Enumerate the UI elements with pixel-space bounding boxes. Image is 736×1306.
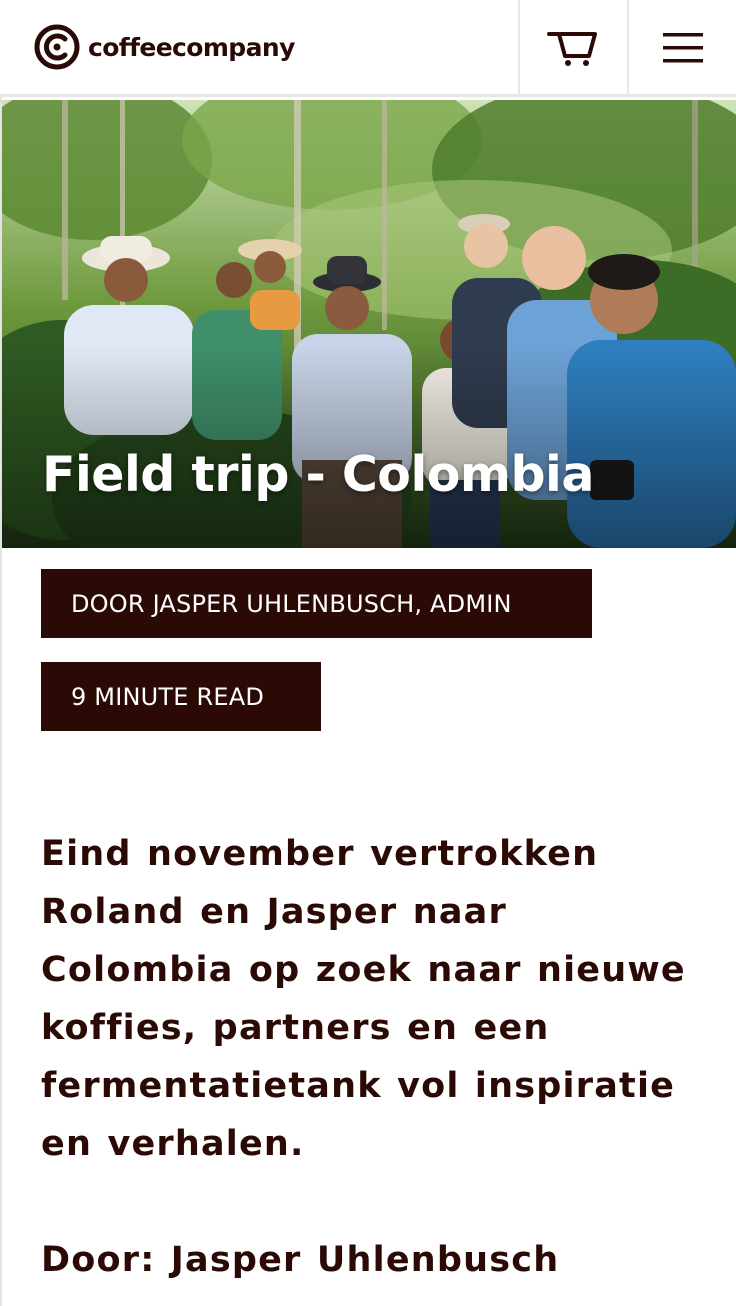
- logo-icon: [34, 24, 80, 70]
- shopping-cart-icon: [547, 31, 597, 66]
- header-divider: [627, 0, 629, 95]
- logo-link[interactable]: coffeecompany: [34, 22, 295, 72]
- menu-button[interactable]: [630, 0, 736, 95]
- hero-banner: Field trip - Colombia: [2, 100, 736, 548]
- article-byline: Door: Jasper Uhlenbusch: [41, 1240, 560, 1280]
- page-title: Field trip - Colombia: [42, 446, 594, 503]
- site-header: coffeecompany: [0, 0, 736, 97]
- hamburger-menu-icon: [663, 32, 703, 62]
- cart-button[interactable]: [520, 0, 626, 95]
- author-tag[interactable]: DOOR JASPER UHLENBUSCH, ADMIN: [41, 569, 592, 638]
- read-time-tag: 9 MINUTE READ: [41, 662, 321, 731]
- article-intro: Eind november vertrokken Roland en Jaspe…: [41, 834, 686, 1164]
- logo-wordmark: coffeecompany: [88, 32, 295, 62]
